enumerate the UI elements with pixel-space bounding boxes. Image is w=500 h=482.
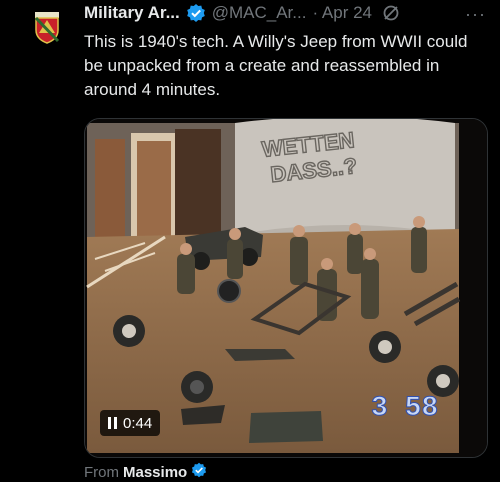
user-handle[interactable]: @MAC_Ar... (212, 3, 307, 23)
svg-text:3 58: 3 58 (371, 393, 438, 424)
pause-icon[interactable] (108, 417, 117, 429)
post-header: Military Ar... @MAC_Ar... · Apr 24 (84, 2, 486, 24)
display-name[interactable]: Military Ar... (84, 3, 180, 23)
attribution-verified-icon (191, 462, 207, 482)
avatar[interactable] (27, 6, 67, 46)
video-attribution: From Massimo (84, 462, 207, 482)
set-sign: WETTEN DASS..? (260, 127, 359, 188)
post-text: This is 1940's tech. A Willy's Jeep from… (84, 32, 468, 99)
more-options-icon[interactable]: ··· (465, 4, 486, 25)
post-date[interactable]: · Apr 24 (312, 3, 372, 23)
grok-icon[interactable] (382, 4, 400, 22)
scoreboard: 3 58 (371, 393, 439, 425)
video-time-badge[interactable]: 0:44 (100, 410, 161, 436)
video-elapsed-time: 0:44 (123, 414, 153, 432)
video-player[interactable]: WETTEN DASS..? 3 58 (84, 118, 488, 458)
attribution-prefix: From (84, 463, 119, 481)
verified-badge-icon (186, 3, 206, 23)
attribution-name[interactable]: Massimo (123, 464, 187, 481)
unit-crest-icon (27, 6, 67, 46)
video-frame: WETTEN DASS..? 3 58 (85, 119, 487, 457)
